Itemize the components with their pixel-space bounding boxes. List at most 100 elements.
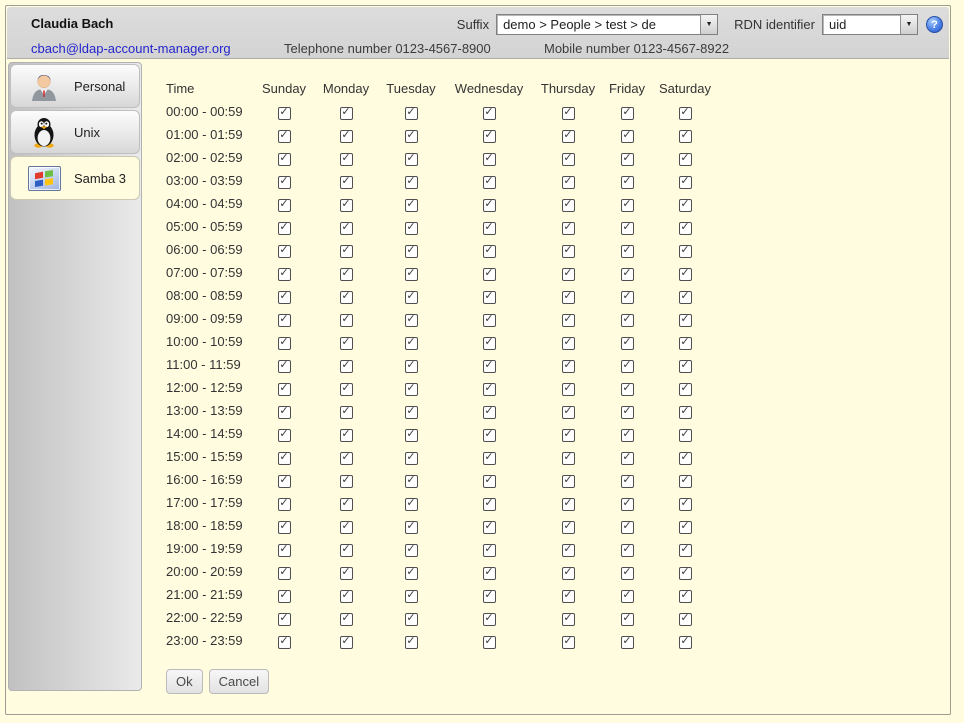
logon-hour-checkbox[interactable]: ✓ bbox=[562, 475, 575, 488]
logon-hour-checkbox[interactable]: ✓ bbox=[278, 314, 291, 327]
logon-hour-checkbox[interactable]: ✓ bbox=[340, 176, 353, 189]
logon-hour-checkbox[interactable]: ✓ bbox=[679, 429, 692, 442]
logon-hour-checkbox[interactable]: ✓ bbox=[679, 107, 692, 120]
logon-hour-checkbox[interactable]: ✓ bbox=[405, 636, 418, 649]
logon-hour-checkbox[interactable]: ✓ bbox=[621, 268, 634, 281]
logon-hour-checkbox[interactable]: ✓ bbox=[483, 567, 496, 580]
logon-hour-checkbox[interactable]: ✓ bbox=[278, 383, 291, 396]
logon-hour-checkbox[interactable]: ✓ bbox=[278, 406, 291, 419]
logon-hour-checkbox[interactable]: ✓ bbox=[679, 199, 692, 212]
logon-hour-checkbox[interactable]: ✓ bbox=[562, 245, 575, 258]
logon-hour-checkbox[interactable]: ✓ bbox=[562, 590, 575, 603]
logon-hour-checkbox[interactable]: ✓ bbox=[621, 590, 634, 603]
logon-hour-checkbox[interactable]: ✓ bbox=[679, 176, 692, 189]
logon-hour-checkbox[interactable]: ✓ bbox=[679, 360, 692, 373]
logon-hour-checkbox[interactable]: ✓ bbox=[405, 130, 418, 143]
logon-hour-checkbox[interactable]: ✓ bbox=[562, 291, 575, 304]
logon-hour-checkbox[interactable]: ✓ bbox=[340, 153, 353, 166]
logon-hour-checkbox[interactable]: ✓ bbox=[340, 452, 353, 465]
rdn-identifier-select[interactable]: uid ▼ bbox=[822, 14, 918, 35]
logon-hour-checkbox[interactable]: ✓ bbox=[278, 544, 291, 557]
logon-hour-checkbox[interactable]: ✓ bbox=[405, 544, 418, 557]
logon-hour-checkbox[interactable]: ✓ bbox=[483, 314, 496, 327]
logon-hour-checkbox[interactable]: ✓ bbox=[340, 590, 353, 603]
logon-hour-checkbox[interactable]: ✓ bbox=[483, 590, 496, 603]
logon-hour-checkbox[interactable]: ✓ bbox=[562, 613, 575, 626]
logon-hour-checkbox[interactable]: ✓ bbox=[278, 636, 291, 649]
logon-hour-checkbox[interactable]: ✓ bbox=[679, 452, 692, 465]
logon-hour-checkbox[interactable]: ✓ bbox=[405, 429, 418, 442]
logon-hour-checkbox[interactable]: ✓ bbox=[483, 383, 496, 396]
logon-hour-checkbox[interactable]: ✓ bbox=[679, 245, 692, 258]
logon-hour-checkbox[interactable]: ✓ bbox=[621, 222, 634, 235]
cancel-button[interactable]: Cancel bbox=[209, 669, 269, 694]
logon-hour-checkbox[interactable]: ✓ bbox=[483, 176, 496, 189]
logon-hour-checkbox[interactable]: ✓ bbox=[278, 245, 291, 258]
logon-hour-checkbox[interactable]: ✓ bbox=[340, 268, 353, 281]
logon-hour-checkbox[interactable]: ✓ bbox=[278, 222, 291, 235]
logon-hour-checkbox[interactable]: ✓ bbox=[562, 429, 575, 442]
logon-hour-checkbox[interactable]: ✓ bbox=[340, 107, 353, 120]
logon-hour-checkbox[interactable]: ✓ bbox=[679, 636, 692, 649]
logon-hour-checkbox[interactable]: ✓ bbox=[621, 176, 634, 189]
logon-hour-checkbox[interactable]: ✓ bbox=[562, 107, 575, 120]
logon-hour-checkbox[interactable]: ✓ bbox=[483, 337, 496, 350]
help-icon[interactable]: ? bbox=[926, 16, 943, 33]
logon-hour-checkbox[interactable]: ✓ bbox=[621, 452, 634, 465]
logon-hour-checkbox[interactable]: ✓ bbox=[340, 199, 353, 212]
logon-hour-checkbox[interactable]: ✓ bbox=[405, 567, 418, 580]
logon-hour-checkbox[interactable]: ✓ bbox=[483, 153, 496, 166]
logon-hour-checkbox[interactable]: ✓ bbox=[405, 406, 418, 419]
logon-hour-checkbox[interactable]: ✓ bbox=[562, 406, 575, 419]
logon-hour-checkbox[interactable]: ✓ bbox=[483, 245, 496, 258]
logon-hour-checkbox[interactable]: ✓ bbox=[483, 429, 496, 442]
logon-hour-checkbox[interactable]: ✓ bbox=[562, 314, 575, 327]
chevron-down-icon[interactable]: ▼ bbox=[700, 15, 717, 34]
logon-hour-checkbox[interactable]: ✓ bbox=[562, 521, 575, 534]
logon-hour-checkbox[interactable]: ✓ bbox=[405, 107, 418, 120]
logon-hour-checkbox[interactable]: ✓ bbox=[340, 613, 353, 626]
logon-hour-checkbox[interactable]: ✓ bbox=[483, 268, 496, 281]
logon-hour-checkbox[interactable]: ✓ bbox=[405, 475, 418, 488]
logon-hour-checkbox[interactable]: ✓ bbox=[340, 337, 353, 350]
logon-hour-checkbox[interactable]: ✓ bbox=[562, 337, 575, 350]
logon-hour-checkbox[interactable]: ✓ bbox=[679, 268, 692, 281]
logon-hour-checkbox[interactable]: ✓ bbox=[621, 360, 634, 373]
logon-hour-checkbox[interactable]: ✓ bbox=[679, 314, 692, 327]
logon-hour-checkbox[interactable]: ✓ bbox=[405, 153, 418, 166]
logon-hour-checkbox[interactable]: ✓ bbox=[483, 544, 496, 557]
logon-hour-checkbox[interactable]: ✓ bbox=[562, 222, 575, 235]
logon-hour-checkbox[interactable]: ✓ bbox=[679, 613, 692, 626]
logon-hour-checkbox[interactable]: ✓ bbox=[621, 130, 634, 143]
logon-hour-checkbox[interactable]: ✓ bbox=[562, 498, 575, 511]
logon-hour-checkbox[interactable]: ✓ bbox=[278, 590, 291, 603]
logon-hour-checkbox[interactable]: ✓ bbox=[405, 222, 418, 235]
logon-hour-checkbox[interactable]: ✓ bbox=[679, 222, 692, 235]
chevron-down-icon[interactable]: ▼ bbox=[900, 15, 917, 34]
logon-hour-checkbox[interactable]: ✓ bbox=[621, 567, 634, 580]
logon-hour-checkbox[interactable]: ✓ bbox=[405, 613, 418, 626]
logon-hour-checkbox[interactable]: ✓ bbox=[679, 130, 692, 143]
logon-hour-checkbox[interactable]: ✓ bbox=[340, 567, 353, 580]
ok-button[interactable]: Ok bbox=[166, 669, 203, 694]
logon-hour-checkbox[interactable]: ✓ bbox=[340, 429, 353, 442]
logon-hour-checkbox[interactable]: ✓ bbox=[621, 153, 634, 166]
logon-hour-checkbox[interactable]: ✓ bbox=[621, 406, 634, 419]
logon-hour-checkbox[interactable]: ✓ bbox=[562, 544, 575, 557]
logon-hour-checkbox[interactable]: ✓ bbox=[278, 107, 291, 120]
logon-hour-checkbox[interactable]: ✓ bbox=[340, 383, 353, 396]
tab-samba3[interactable]: Samba 3 bbox=[10, 156, 140, 200]
logon-hour-checkbox[interactable]: ✓ bbox=[621, 245, 634, 258]
logon-hour-checkbox[interactable]: ✓ bbox=[483, 107, 496, 120]
logon-hour-checkbox[interactable]: ✓ bbox=[679, 475, 692, 488]
logon-hour-checkbox[interactable]: ✓ bbox=[562, 199, 575, 212]
logon-hour-checkbox[interactable]: ✓ bbox=[278, 153, 291, 166]
logon-hour-checkbox[interactable]: ✓ bbox=[679, 337, 692, 350]
logon-hour-checkbox[interactable]: ✓ bbox=[405, 291, 418, 304]
logon-hour-checkbox[interactable]: ✓ bbox=[278, 567, 291, 580]
logon-hour-checkbox[interactable]: ✓ bbox=[405, 452, 418, 465]
logon-hour-checkbox[interactable]: ✓ bbox=[278, 452, 291, 465]
logon-hour-checkbox[interactable]: ✓ bbox=[483, 291, 496, 304]
logon-hour-checkbox[interactable]: ✓ bbox=[562, 176, 575, 189]
logon-hour-checkbox[interactable]: ✓ bbox=[405, 590, 418, 603]
